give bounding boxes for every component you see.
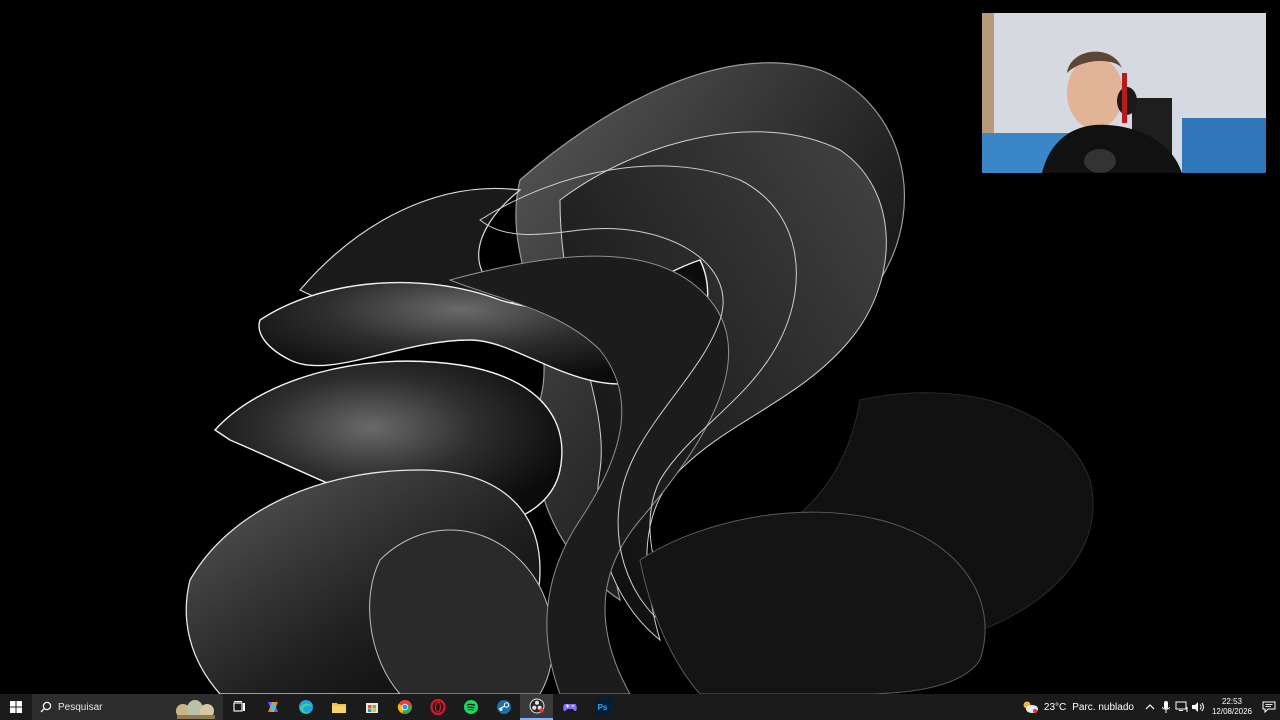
opera-button[interactable] [421, 694, 454, 720]
search-highlight-illustration [176, 700, 215, 719]
taskbar: Ps 23°C Parc. nublado [0, 694, 1280, 720]
weather-temperature: 23°C [1043, 701, 1067, 713]
clock-date: 12/08/2026 [1211, 707, 1252, 716]
network-button[interactable] [1174, 694, 1190, 720]
speaker-icon [1191, 702, 1204, 712]
chrome-icon [397, 700, 412, 714]
steam-icon [496, 700, 511, 714]
webcam-overlay [982, 13, 1266, 173]
edge-icon [298, 700, 313, 714]
windows-logo-icon [10, 701, 22, 713]
clock-time: 22:53 [1221, 697, 1242, 706]
photoshop-button[interactable]: Ps [586, 694, 619, 720]
chevron-up-icon [1145, 704, 1155, 710]
show-hidden-icons-button[interactable] [1142, 694, 1158, 720]
webcam-feed [982, 13, 1266, 173]
clock[interactable]: 22:53 12/08/2026 [1206, 694, 1258, 720]
opera-icon [429, 699, 446, 715]
spotify-button[interactable] [454, 694, 487, 720]
steam-button[interactable] [487, 694, 520, 720]
microphone-icon [1161, 701, 1170, 713]
search-input[interactable] [58, 701, 168, 713]
gamepad-icon [562, 704, 577, 711]
network-icon [1175, 701, 1188, 712]
copilot-icon [267, 702, 278, 712]
chrome-button[interactable] [388, 694, 421, 720]
edge-button[interactable] [289, 694, 322, 720]
notification-icon [1262, 701, 1276, 713]
search-icon [40, 701, 52, 713]
volume-button[interactable] [1190, 694, 1206, 720]
obs-button[interactable] [520, 694, 553, 720]
copilot-button[interactable] [256, 694, 289, 720]
partly-cloudy-icon [1023, 701, 1038, 713]
gamepad-button[interactable] [553, 694, 586, 720]
store-button[interactable] [355, 694, 388, 720]
system-tray: 23°C Parc. nublado 22:53 12/08/2026 [1013, 694, 1280, 720]
spotify-icon [463, 700, 478, 714]
photoshop-icon: Ps [594, 699, 611, 715]
task-view-icon [232, 701, 245, 712]
bloom-shape [185, 62, 1094, 694]
weather-widget[interactable]: 23°C Parc. nublado [1013, 694, 1142, 720]
task-view-button[interactable] [223, 694, 256, 720]
search-box[interactable] [32, 694, 223, 720]
microphone-button[interactable] [1158, 694, 1174, 720]
weather-condition: Parc. nublado [1072, 701, 1134, 713]
desktop[interactable] [0, 0, 1280, 694]
file-explorer-icon [331, 703, 346, 713]
file-explorer-button[interactable] [322, 694, 355, 720]
notification-center-button[interactable] [1258, 694, 1280, 720]
start-button[interactable] [0, 694, 32, 720]
obs-icon [529, 698, 544, 714]
store-icon [365, 703, 378, 713]
